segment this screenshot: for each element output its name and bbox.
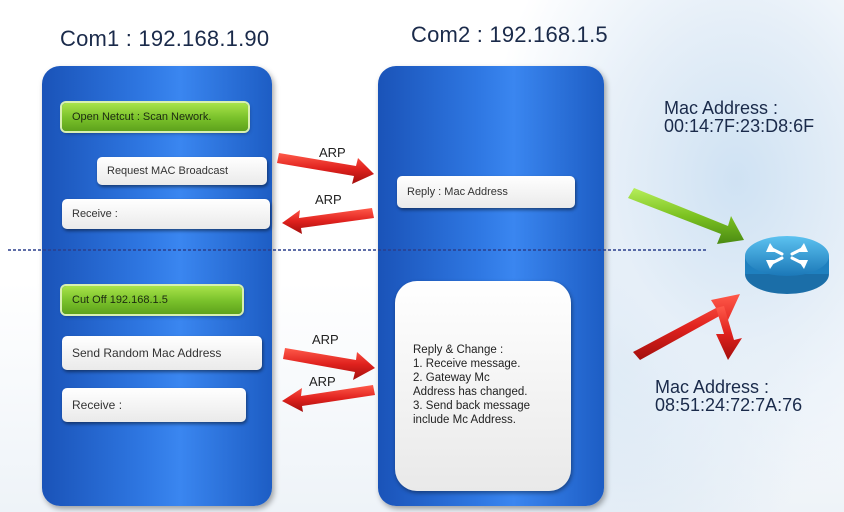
red-arrow-from-router — [633, 294, 742, 360]
arp-arrow-reply-bottom — [282, 385, 375, 412]
router-icon — [745, 236, 829, 294]
arp-arrow-reply-top — [282, 208, 374, 234]
arp-arrow-request-top — [277, 153, 374, 184]
arp-arrow-request-bottom — [283, 348, 375, 380]
diagram-graphics — [8, 153, 829, 412]
green-arrow-to-router — [628, 188, 744, 244]
